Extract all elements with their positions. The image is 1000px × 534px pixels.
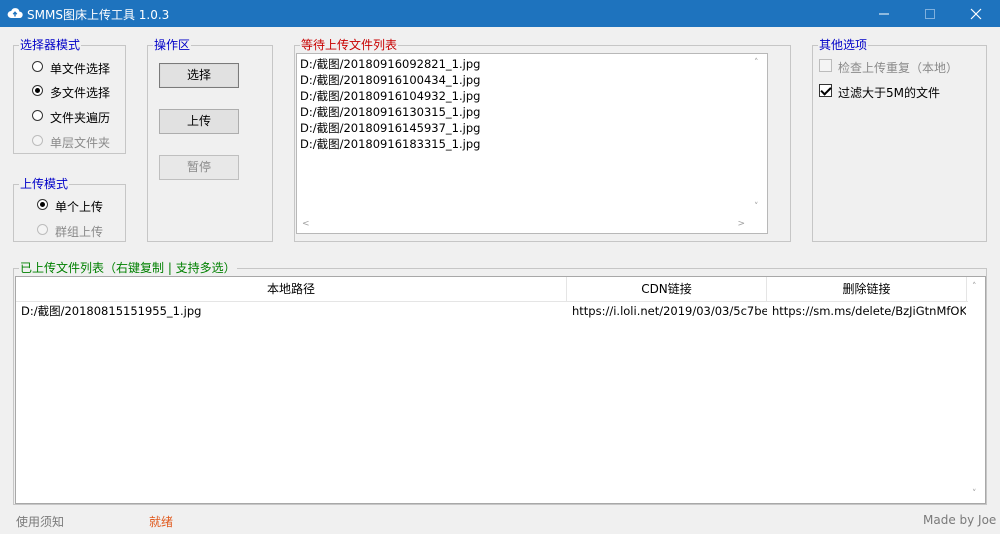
close-button[interactable]	[953, 0, 999, 27]
scrollbar-corner	[750, 216, 767, 233]
scroll-right-icon[interactable]: >	[737, 219, 745, 229]
selector-mode-group: 选择器模式 单文件选择 多文件选择 文件夹遍历 单层文件夹	[13, 38, 126, 154]
radio-label: 多文件选择	[50, 86, 111, 100]
radio-label: 单层文件夹	[50, 136, 111, 150]
column-local-path[interactable]: 本地路径	[16, 277, 567, 302]
operations-title: 操作区	[153, 38, 192, 52]
radio-label: 单文件选择	[50, 62, 111, 76]
list-item[interactable]: D:/截图/20180916130315_1.jpg	[300, 104, 480, 120]
maximize-icon	[925, 9, 935, 19]
cell-cdn-link: https://i.loli.net/2019/03/03/5c7bef9	[572, 304, 767, 318]
column-cdn-link[interactable]: CDN链接	[567, 277, 767, 302]
waiting-list-group: 等待上传文件列表 D:/截图/20180916092821_1.jpg D:/截…	[294, 38, 791, 242]
checkbox-indicator	[819, 59, 832, 72]
list-item[interactable]: D:/截图/20180916100434_1.jpg	[300, 72, 480, 88]
radio-indicator	[32, 85, 43, 96]
scroll-left-icon[interactable]: <	[302, 219, 310, 229]
list-item[interactable]: D:/截图/20180916145937_1.jpg	[300, 120, 480, 136]
select-button[interactable]: 选择	[159, 63, 239, 88]
help-link[interactable]: 使用须知	[16, 513, 64, 530]
radio-indicator	[37, 224, 48, 235]
cell-delete-link: https://sm.ms/delete/BzJiGtnMfOKN	[772, 304, 966, 318]
pause-button: 暂停	[159, 155, 239, 180]
list-item[interactable]: D:/截图/20180916092821_1.jpg	[300, 56, 480, 72]
close-icon	[970, 8, 982, 20]
radio-label: 单个上传	[55, 200, 104, 214]
minimize-button[interactable]	[861, 0, 907, 27]
scroll-down-icon[interactable]: ˅	[754, 202, 759, 212]
credit-text: Made by Joe	[923, 513, 997, 527]
other-options-group: 其他选项 检查上传重复（本地） 过滤大于5M的文件	[812, 38, 987, 242]
radio-indicator	[32, 135, 43, 146]
upload-mode-group: 上传模式 单个上传 群组上传	[13, 177, 126, 242]
status-text: 就绪	[149, 515, 174, 529]
radio-label: 群组上传	[55, 225, 104, 239]
cell-local-path: D:/截图/20180815151955_1.jpg	[21, 304, 202, 318]
uploaded-file-table[interactable]: 本地路径 CDN链接 删除链接 D:/截图/20180815151955_1.j…	[15, 276, 986, 504]
list-item[interactable]: D:/截图/20180916104932_1.jpg	[300, 88, 480, 104]
table-header: 本地路径 CDN链接 删除链接	[16, 277, 968, 302]
waiting-list-title: 等待上传文件列表	[300, 38, 399, 52]
title-bar: SMMS图床上传工具 1.0.3	[0, 0, 1000, 27]
table-row[interactable]: D:/截图/20180815151955_1.jpg https://i.lol…	[16, 302, 968, 320]
waiting-file-list[interactable]: D:/截图/20180916092821_1.jpg D:/截图/2018091…	[296, 53, 768, 234]
vertical-scrollbar[interactable]: ˄ ˅	[750, 54, 767, 216]
cloud-upload-icon	[7, 6, 23, 20]
radio-label: 文件夹遍历	[50, 111, 111, 125]
column-delete-link[interactable]: 删除链接	[767, 277, 967, 302]
selector-mode-title: 选择器模式	[19, 38, 82, 52]
vertical-scrollbar[interactable]: ˄ ˅	[968, 277, 985, 503]
other-options-title: 其他选项	[818, 38, 869, 52]
scroll-up-icon[interactable]: ˄	[972, 282, 977, 292]
radio-indicator	[32, 61, 43, 72]
upload-button[interactable]: 上传	[159, 109, 239, 134]
operations-group: 操作区 选择 上传 暂停	[147, 38, 273, 242]
scroll-down-icon[interactable]: ˅	[972, 489, 977, 499]
uploaded-list-title: 已上传文件列表（右键复制 | 支持多选）	[19, 261, 237, 275]
maximize-button[interactable]	[907, 0, 953, 27]
window-title: SMMS图床上传工具 1.0.3	[27, 8, 170, 22]
radio-indicator	[37, 199, 48, 210]
checkbox-label: 检查上传重复（本地）	[838, 61, 959, 75]
checkbox-indicator	[819, 84, 832, 97]
horizontal-scrollbar[interactable]: < >	[297, 216, 750, 233]
scroll-up-icon[interactable]: ˄	[754, 58, 759, 68]
checkbox-label: 过滤大于5M的文件	[838, 86, 940, 100]
upload-mode-title: 上传模式	[19, 177, 70, 191]
radio-indicator	[32, 110, 43, 121]
minimize-icon	[879, 13, 889, 15]
list-item[interactable]: D:/截图/20180916183315_1.jpg	[300, 136, 480, 152]
